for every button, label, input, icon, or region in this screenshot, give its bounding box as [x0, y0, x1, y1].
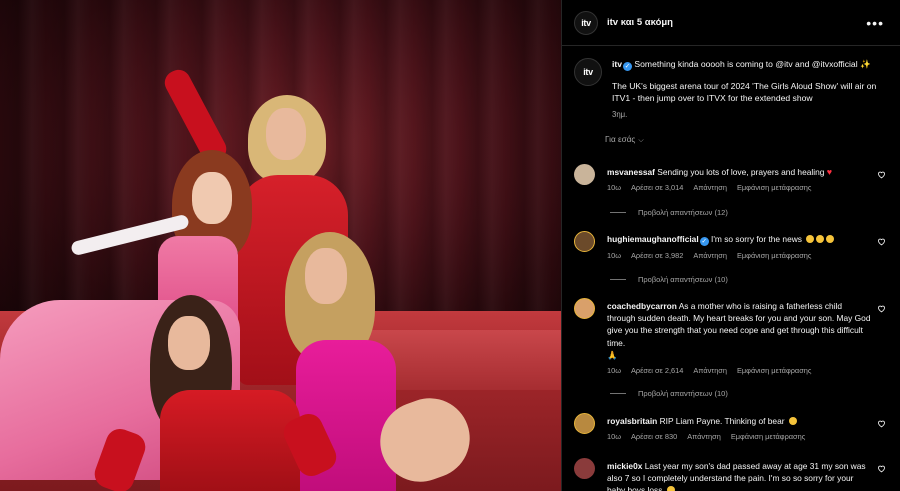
crying-emoji	[826, 235, 835, 243]
translate-button[interactable]: Εμφάνιση μετάφρασης	[737, 250, 811, 262]
comment-likes[interactable]: Αρέσει σε 3,982	[631, 250, 683, 262]
red-heart-emoji: ♥	[826, 167, 833, 177]
praying-hands-emoji: 🙏	[607, 349, 618, 360]
reply-button[interactable]: Απάντηση	[687, 431, 721, 443]
reply-button[interactable]: Απάντηση	[693, 182, 727, 194]
like-heart-icon[interactable]	[877, 304, 886, 313]
sort-label: Για εσάς	[605, 134, 636, 144]
crying-emoji	[816, 235, 825, 243]
verified-badge-icon: ✓	[699, 237, 709, 246]
comment-item: hughiemaughanofficial ✓ I'm so sorry for …	[574, 231, 896, 262]
reply-button[interactable]: Απάντηση	[693, 250, 727, 262]
caption-text-2: The UK's biggest arena tour of 2024 'The…	[612, 81, 877, 104]
comment-username[interactable]: hughiemaughanofficial	[607, 234, 699, 244]
comment-time: 10ω	[607, 432, 621, 442]
sort-dropdown[interactable]: Για εσάς ⌵	[562, 121, 900, 145]
caption-username[interactable]: itv	[612, 59, 622, 69]
chevron-down-icon: ⌵	[638, 136, 644, 144]
comment-item: msvanessaf Sending you lots of love, pra…	[574, 164, 896, 194]
commenter-avatar[interactable]	[574, 231, 595, 252]
verified-badge-icon: ✓	[623, 62, 633, 71]
caption-text-1: Something kinda ooooh is coming to @itv …	[634, 59, 871, 69]
commenter-avatar[interactable]	[574, 413, 595, 434]
translate-button[interactable]: Εμφάνιση μετάφρασης	[737, 182, 811, 194]
comment-username[interactable]: coachedbycarron	[607, 301, 677, 311]
post-header: itv itv και 5 ακόμη •••	[562, 0, 900, 46]
post-caption: itv itv ✓ Something kinda ooooh is coming…	[562, 46, 900, 121]
translate-button[interactable]: Εμφάνιση μετάφρασης	[731, 431, 805, 443]
comment-time: 10ω	[607, 251, 621, 260]
comment-item: coachedbycarron As a mother who is raisi…	[574, 298, 896, 377]
comment-username[interactable]: royalsbritain	[607, 416, 657, 426]
view-replies-button[interactable]: Προβολή απαντήσεων (10)	[610, 389, 728, 398]
author-avatar[interactable]: itv	[574, 10, 598, 35]
caption-avatar[interactable]: itv	[574, 58, 602, 86]
view-replies-button[interactable]: Προβολή απαντήσεων (10)	[610, 275, 728, 284]
comment-text: Last year my son's dad passed away at ag…	[607, 461, 866, 491]
comment-likes[interactable]: Αρέσει σε 830	[631, 431, 677, 443]
translate-button[interactable]: Εμφάνιση μετάφρασης	[737, 365, 811, 377]
crying-emoji	[788, 417, 797, 425]
crying-emoji	[666, 486, 675, 491]
view-replies-button[interactable]: Προβολή απαντήσεων (12)	[610, 208, 728, 217]
comment-item: mickie0x Last year my son's dad passed a…	[574, 458, 896, 491]
comment-text: Sending you lots of love, prayers and he…	[657, 167, 825, 177]
comment-username[interactable]: msvanessaf	[607, 167, 655, 177]
comment-likes[interactable]: Αρέσει σε 2,614	[631, 365, 683, 377]
comment-item: royalsbritain RIP Liam Payne. Thinking o…	[574, 413, 896, 443]
comment-username[interactable]: mickie0x	[607, 461, 642, 471]
like-heart-icon[interactable]	[877, 170, 886, 179]
caption-time: 3ημ.	[612, 109, 628, 119]
reply-button[interactable]: Απάντηση	[693, 365, 727, 377]
comment-time: 10ω	[607, 183, 621, 193]
comment-text: I'm so sorry for the news	[711, 234, 802, 244]
like-heart-icon[interactable]	[877, 464, 886, 473]
comment-text: RIP Liam Payne. Thinking of bear	[659, 416, 785, 426]
comment-time: 10ω	[607, 366, 621, 376]
post-photo[interactable]	[0, 0, 561, 491]
commenter-avatar[interactable]	[574, 458, 595, 479]
commenter-avatar[interactable]	[574, 164, 595, 185]
comments-panel: itv itv και 5 ακόμη ••• itv itv ✓ Somethi…	[561, 0, 900, 491]
comment-likes[interactable]: Αρέσει σε 3,014	[631, 182, 683, 194]
like-heart-icon[interactable]	[877, 419, 886, 428]
author-name[interactable]: itv και 5 ακόμη	[607, 17, 673, 28]
crying-emoji	[806, 235, 815, 243]
more-options-icon[interactable]: •••	[866, 15, 884, 31]
commenter-avatar[interactable]	[574, 298, 595, 319]
like-heart-icon[interactable]	[877, 237, 886, 246]
